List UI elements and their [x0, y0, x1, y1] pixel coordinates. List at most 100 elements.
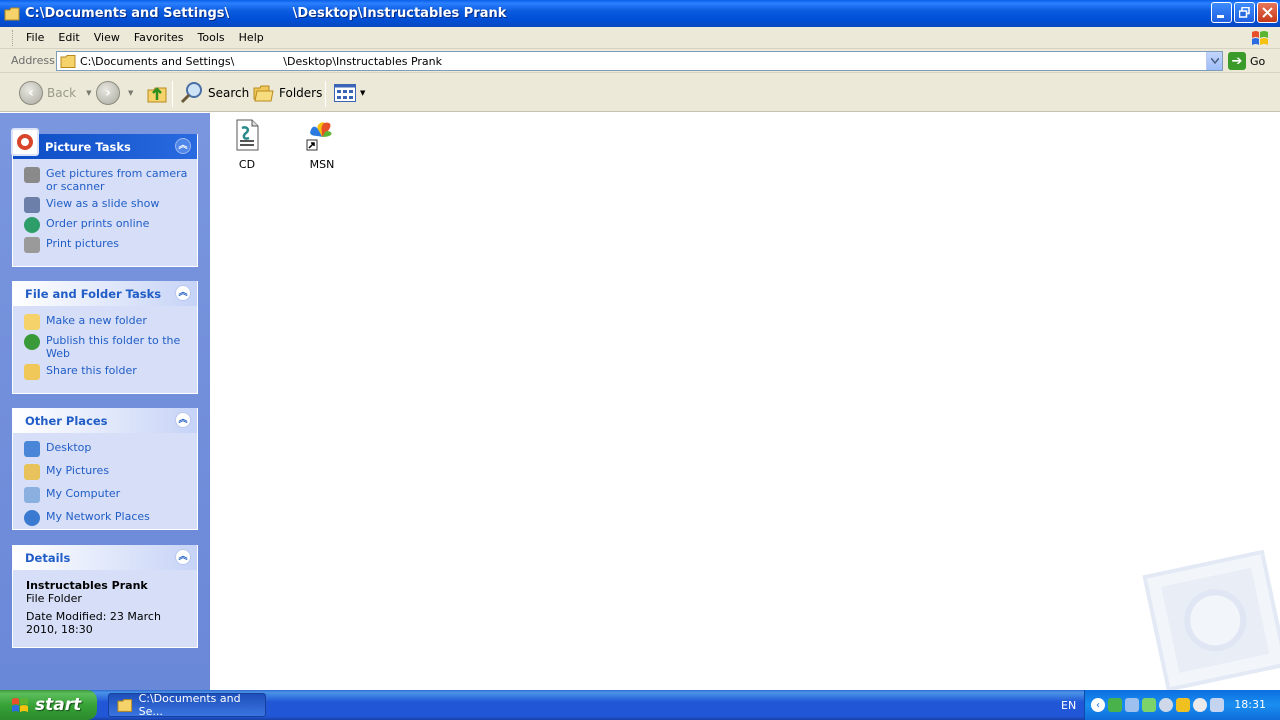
show-hidden-icons-button[interactable]: ‹: [1091, 698, 1105, 712]
messenger-tray-icon[interactable]: [1159, 698, 1173, 712]
details-item-type: File Folder: [26, 592, 82, 605]
up-folder-button[interactable]: [146, 80, 168, 106]
menu-favorites[interactable]: Favorites: [127, 31, 191, 44]
back-button[interactable]: ‹ Back ▼: [19, 80, 92, 106]
file-item-msn[interactable]: MSN: [285, 119, 359, 171]
collapse-chevron-icon[interactable]: ︽: [175, 412, 191, 428]
menu-bar: File Edit View Favorites Tools Help: [0, 27, 1280, 49]
menu-file[interactable]: File: [19, 31, 51, 44]
toolbar-grip[interactable]: [12, 29, 15, 46]
file-item-cd[interactable]: CD: [210, 119, 284, 171]
task-new-folder[interactable]: Make a new folder: [24, 314, 189, 330]
task-share-folder[interactable]: Share this folder: [24, 364, 189, 380]
network-tray-icon[interactable]: [1108, 698, 1122, 712]
window-title: C:\Documents and Settings\ \Desktop\Inst…: [25, 6, 507, 21]
address-dropdown-button[interactable]: [1206, 52, 1222, 70]
picture-tasks-header[interactable]: Picture Tasks ︽: [11, 128, 197, 159]
back-dropdown-icon: ▼: [86, 89, 92, 97]
file-item-label: MSN: [309, 158, 335, 171]
details-header[interactable]: Details ︽: [13, 545, 197, 570]
display-tray-icon[interactable]: [1125, 698, 1139, 712]
title-bar: C:\Documents and Settings\ \Desktop\Inst…: [0, 0, 1280, 27]
restore-icon: [1239, 7, 1250, 18]
details-title: Details: [25, 550, 71, 565]
folder-icon: [4, 7, 20, 20]
menu-view[interactable]: View: [87, 31, 127, 44]
my-computer-icon: [24, 487, 40, 503]
details-date-modified: Date Modified: 23 March 2010, 18:30: [26, 610, 161, 636]
other-places-header[interactable]: Other Places ︽: [13, 408, 197, 433]
address-label: Address: [11, 54, 55, 67]
windows-logo-icon: [1252, 31, 1268, 45]
chevron-down-icon: [1210, 58, 1219, 64]
back-label: Back: [47, 86, 77, 100]
task-publish-web[interactable]: Publish this folder to the Web: [24, 334, 189, 360]
menu-tools[interactable]: Tools: [191, 31, 232, 44]
picture-tasks-icon: [11, 128, 39, 156]
collapse-chevron-icon[interactable]: ︽: [175, 138, 191, 154]
task-print-pictures[interactable]: Print pictures: [24, 237, 189, 253]
task-order-prints[interactable]: Order prints online: [24, 217, 189, 233]
taskbar-window-button[interactable]: C:\Documents and Se...: [108, 692, 266, 718]
picture-watermark-icon: [1142, 550, 1280, 690]
place-desktop[interactable]: Desktop: [24, 441, 189, 457]
close-button[interactable]: [1257, 2, 1278, 23]
place-network[interactable]: My Network Places: [24, 510, 189, 526]
script-file-icon: [236, 119, 259, 151]
folder-icon: [60, 54, 76, 68]
updates-tray-icon[interactable]: [1176, 698, 1190, 712]
address-bar: Address C:\Documents and Settings\ \Desk…: [0, 49, 1280, 73]
details-item-name: Instructables Prank: [26, 579, 148, 592]
file-folder-tasks-title: File and Folder Tasks: [25, 286, 162, 301]
up-folder-icon: [147, 87, 167, 103]
standard-toolbar: ‹ Back ▼ › ▼ Search Folders ▼: [0, 73, 1280, 112]
search-label: Search: [208, 86, 250, 100]
start-button[interactable]: start: [0, 690, 97, 720]
monitor-tray-icon[interactable]: [1210, 698, 1224, 712]
printer-icon: [24, 237, 40, 253]
views-dropdown-icon: ▼: [360, 89, 366, 97]
details-panel: Details ︽ Instructables Prank File Folde…: [12, 545, 198, 648]
views-button[interactable]: ▼: [334, 80, 365, 106]
minimize-icon: [1217, 15, 1224, 18]
language-indicator[interactable]: EN: [1061, 699, 1076, 712]
search-button[interactable]: Search: [180, 80, 249, 106]
close-icon: [1262, 7, 1273, 18]
forward-dropdown-icon: ▼: [128, 89, 134, 97]
file-folder-tasks-panel: File and Folder Tasks ︽ Make a new folde…: [12, 281, 198, 394]
taskbar-window-label: C:\Documents and Se...: [138, 692, 241, 718]
place-my-computer[interactable]: My Computer: [24, 487, 189, 503]
minimize-button[interactable]: [1211, 2, 1232, 23]
forward-arrow-icon: ›: [96, 81, 120, 105]
views-icon: [334, 84, 356, 102]
task-slide-show[interactable]: View as a slide show: [24, 197, 189, 213]
collapse-chevron-icon[interactable]: ︽: [175, 549, 191, 565]
collapse-chevron-icon[interactable]: ︽: [175, 285, 191, 301]
search-icon: [180, 82, 202, 104]
clock[interactable]: 18:31: [1234, 698, 1266, 711]
camera-icon: [24, 167, 40, 183]
file-folder-tasks-header[interactable]: File and Folder Tasks ︽: [13, 281, 197, 306]
file-list-view[interactable]: CD MSN: [210, 113, 1280, 690]
address-field[interactable]: C:\Documents and Settings\ \Desktop\Inst…: [56, 51, 1223, 71]
menu-edit[interactable]: Edit: [51, 31, 86, 44]
folders-icon: [253, 85, 274, 102]
place-my-pictures[interactable]: My Pictures: [24, 464, 189, 480]
go-button[interactable]: ➔ Go: [1228, 52, 1265, 70]
forward-button[interactable]: › ▼: [96, 80, 133, 106]
windows-logo-icon: [12, 698, 28, 712]
publish-web-icon: [24, 334, 40, 350]
back-arrow-icon: ‹: [19, 81, 43, 105]
start-label: start: [35, 695, 82, 715]
picture-tasks-panel: Picture Tasks ︽ Get pictures from camera…: [11, 128, 198, 267]
address-value: C:\Documents and Settings\ \Desktop\Inst…: [80, 54, 442, 68]
other-places-panel: Other Places ︽ Desktop My Pictures My Co…: [12, 408, 198, 530]
file-item-label: CD: [238, 158, 256, 171]
volume-tray-icon[interactable]: [1193, 698, 1207, 712]
restore-button[interactable]: [1234, 2, 1255, 23]
task-get-pictures[interactable]: Get pictures from camera or scanner: [24, 167, 189, 193]
menu-help[interactable]: Help: [232, 31, 271, 44]
my-pictures-icon: [24, 464, 40, 480]
home-tray-icon[interactable]: [1142, 698, 1156, 712]
folders-button[interactable]: Folders: [253, 80, 322, 106]
